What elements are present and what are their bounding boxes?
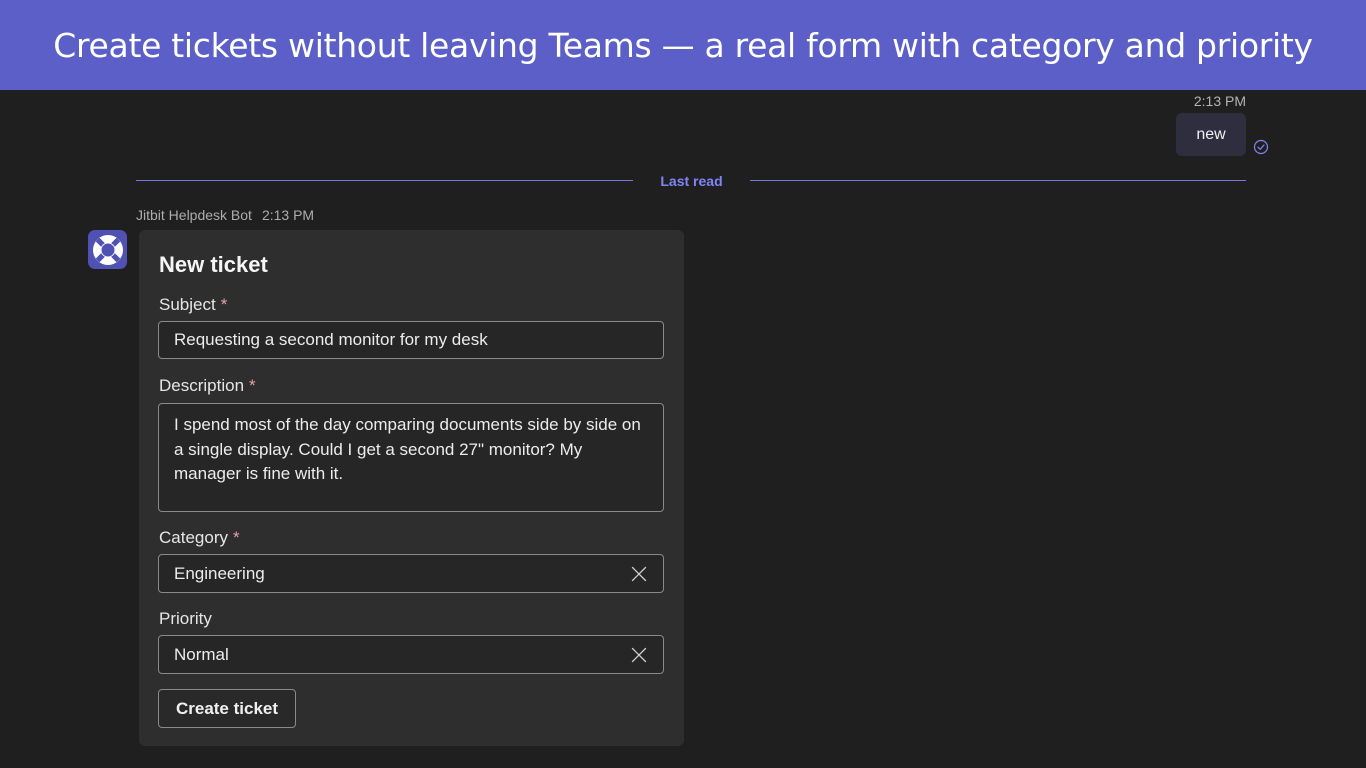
priority-value: Normal: [174, 644, 229, 664]
category-label: Category *: [159, 528, 240, 547]
create-ticket-button[interactable]: Create ticket: [158, 689, 296, 728]
bot-sender-name[interactable]: Jitbit Helpdesk Bot: [136, 207, 252, 223]
category-value: Engineering: [174, 563, 265, 583]
last-read-divider-left: [136, 180, 633, 181]
category-select[interactable]: Engineering: [158, 554, 664, 593]
subject-value: Requesting a second monitor for my desk: [174, 330, 488, 349]
subject-input[interactable]: Requesting a second monitor for my desk: [158, 321, 664, 359]
priority-select[interactable]: Normal: [158, 635, 664, 674]
sent-message-text: new: [1196, 125, 1226, 143]
banner-text: Create tickets without leaving Teams — a…: [53, 25, 1313, 65]
required-marker: *: [232, 528, 240, 547]
read-check-icon: [1253, 139, 1269, 155]
sent-message-bubble[interactable]: new: [1176, 113, 1246, 156]
new-ticket-card: New ticket Subject * Requesting a second …: [139, 230, 684, 746]
priority-label: Priority: [159, 609, 212, 628]
clear-icon[interactable]: [631, 566, 647, 582]
description-textarea[interactable]: I spend most of the day comparing docume…: [158, 403, 664, 512]
clear-icon[interactable]: [631, 647, 647, 663]
bot-message-header: Jitbit Helpdesk Bot 2:13 PM: [136, 207, 314, 223]
last-read-label: Last read: [660, 173, 723, 189]
lifebuoy-icon: [92, 234, 123, 265]
promo-banner: Create tickets without leaving Teams — a…: [0, 0, 1366, 90]
required-marker: *: [220, 295, 228, 314]
card-title: New ticket: [159, 252, 268, 277]
subject-label: Subject *: [159, 295, 228, 314]
required-marker: *: [249, 376, 256, 395]
bot-avatar[interactable]: [88, 230, 127, 269]
bot-message-time: 2:13 PM: [261, 207, 315, 223]
description-label: Description *: [159, 376, 256, 395]
last-read-divider-right: [750, 180, 1246, 181]
sent-message-time: 2:13 PM: [1193, 93, 1246, 109]
description-value: I spend most of the day comparing docume…: [174, 415, 641, 483]
